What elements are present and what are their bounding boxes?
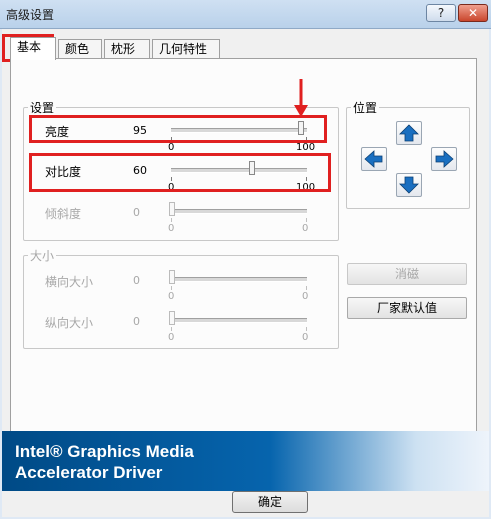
brightness-label: 亮度 [45, 125, 70, 139]
horizontal-size-min-tick [171, 286, 172, 290]
brightness-min-tick [171, 137, 172, 141]
settings-group-title: 设置 [30, 101, 55, 115]
vertical-size-label: 纵向大小 [45, 316, 94, 330]
title-bar: 高级设置 ? ✕ [0, 0, 491, 29]
vertical-size-value: 0 [133, 315, 140, 328]
brightness-max-label: 100 [296, 142, 316, 153]
tilt-label: 倾斜度 [45, 207, 82, 221]
brightness-min-label: 0 [168, 142, 175, 153]
brightness-slider-track[interactable] [171, 128, 307, 133]
horizontal-size-slider-thumb [169, 270, 175, 284]
contrast-value: 60 [133, 164, 147, 177]
window-title: 高级设置 [6, 8, 55, 22]
vertical-size-max-tick [306, 327, 307, 331]
ok-button[interactable]: 确定 [232, 491, 308, 513]
contrast-max-label: 100 [296, 182, 316, 193]
contrast-slider-track[interactable] [171, 168, 307, 173]
tilt-max-tick [306, 218, 307, 222]
tilt-slider-track [171, 209, 307, 214]
vertical-size-min-label: 0 [168, 332, 175, 343]
move-up-button[interactable] [396, 121, 422, 145]
vertical-size-slider-thumb [169, 311, 175, 325]
vertical-size-min-tick [171, 327, 172, 331]
help-button[interactable]: ? [426, 4, 456, 22]
contrast-max-tick [306, 177, 307, 181]
close-button[interactable]: ✕ [458, 4, 488, 22]
vertical-size-max-label: 0 [302, 332, 309, 343]
tab-color[interactable]: 颜色 [58, 39, 102, 59]
tilt-max-label: 0 [302, 223, 309, 234]
tab-pincushion[interactable]: 枕形 [104, 39, 150, 59]
horizontal-size-value: 0 [133, 274, 140, 287]
tab-geometry[interactable]: 几何特性 [152, 39, 220, 59]
brightness-value: 95 [133, 124, 147, 137]
annotation-arrow-icon [294, 79, 308, 117]
position-group-title: 位置 [353, 101, 378, 115]
horizontal-size-slider-track [171, 277, 307, 282]
contrast-min-tick [171, 177, 172, 181]
size-group-title: 大小 [30, 249, 55, 263]
banner-line-1: Intel® Graphics Media [15, 442, 194, 461]
horizontal-size-max-tick [306, 286, 307, 290]
brightness-max-tick [306, 137, 307, 141]
contrast-label: 对比度 [45, 165, 82, 179]
up-arrow-icon [399, 124, 419, 142]
tilt-min-tick [171, 218, 172, 222]
tab-basic[interactable]: 基本 [10, 37, 56, 60]
brightness-slider-thumb[interactable] [298, 121, 304, 135]
move-left-button[interactable] [361, 147, 387, 171]
horizontal-size-label: 横向大小 [45, 275, 94, 289]
factory-defaults-button[interactable]: 厂家默认值 [347, 297, 467, 319]
tilt-slider-thumb [169, 202, 175, 216]
tab-panel: 设置 亮度 95 0 100 对比度 60 0 100 倾斜度 0 0 0 位置 [10, 58, 477, 453]
horizontal-size-max-label: 0 [302, 291, 309, 302]
move-down-button[interactable] [396, 173, 422, 197]
contrast-slider-thumb[interactable] [249, 161, 255, 175]
intel-banner: Intel® Graphics Media Accelerator Driver [2, 431, 489, 491]
down-arrow-icon [399, 176, 419, 194]
tilt-min-label: 0 [168, 223, 175, 234]
dialog-body: 基本 颜色 枕形 几何特性 设置 亮度 95 0 100 对比度 60 0 10… [2, 29, 489, 517]
horizontal-size-min-label: 0 [168, 291, 175, 302]
left-arrow-icon [364, 150, 383, 168]
contrast-min-label: 0 [168, 182, 175, 193]
vertical-size-slider-track [171, 318, 307, 323]
right-arrow-icon [435, 150, 454, 168]
banner-line-2: Accelerator Driver [15, 463, 163, 482]
move-right-button[interactable] [431, 147, 457, 171]
size-group: 大小 [23, 247, 339, 349]
tilt-value: 0 [133, 206, 140, 219]
degauss-button: 消磁 [347, 263, 467, 285]
